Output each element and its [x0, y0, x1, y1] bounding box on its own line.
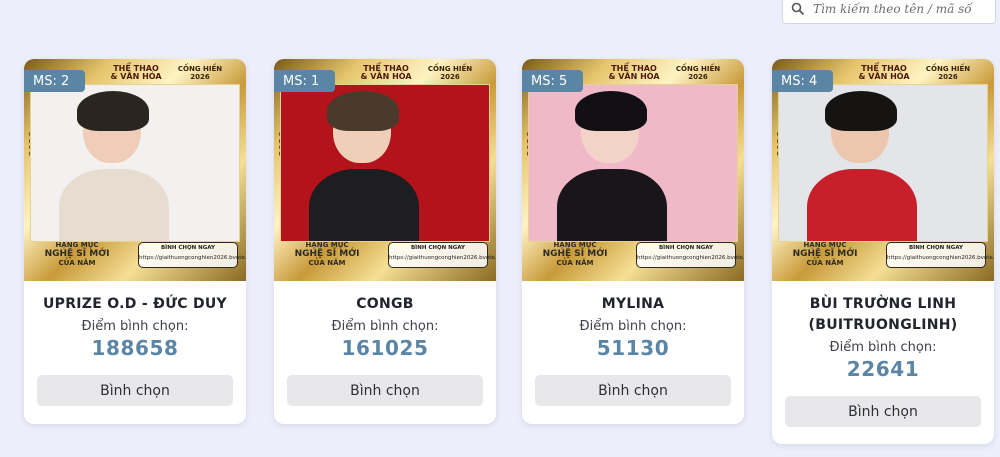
candidate-number-badge: MS: 5 [522, 70, 583, 92]
score-value: 161025 [341, 336, 429, 360]
candidate-poster[interactable]: THỂ THAO & VĂN HÓA CỐNG HIẾN 2026 2026 H… [522, 59, 744, 281]
candidate-card: THỂ THAO & VĂN HÓA CỐNG HIẾN 2026 2026 H… [24, 59, 246, 424]
poster-category: HẠNG MỤC NGHỆ SĨ MỚI CỦA NĂM [294, 241, 360, 267]
score-label: Điểm bình chọn: [579, 319, 687, 334]
vote-button[interactable]: Bình chọn [535, 375, 731, 406]
poster-logo-text: THỂ THAO & VĂN HÓA [110, 64, 162, 81]
candidate-poster[interactable]: THỂ THAO & VĂN HÓA CỐNG HIẾN 2026 2026 H… [772, 59, 994, 281]
candidate-photo [280, 84, 490, 242]
candidate-name: MYLINA [601, 296, 665, 312]
search-input[interactable] [813, 2, 995, 16]
candidate-name: CONGB [356, 296, 414, 312]
candidate-info: BÙI TRƯỜNG LINH (BUITRUONGLINH) Điểm bìn… [772, 281, 994, 427]
poster-vote-banner: BÌNH CHỌN NGAY https://giaithuongconghie… [138, 242, 246, 268]
poster-category: HẠNG MỤC NGHỆ SĨ MỚI CỦA NĂM [792, 241, 858, 267]
poster-vote-banner: BÌNH CHỌN NGAY https://giaithuongconghie… [886, 242, 994, 268]
score-value: 188658 [91, 336, 179, 360]
candidate-number-badge: MS: 2 [24, 70, 85, 92]
score-value: 22641 [846, 357, 920, 381]
poster-logo-text: THỂ THAO & VĂN HÓA [858, 64, 910, 81]
candidate-photo [778, 84, 988, 242]
candidate-photo [30, 84, 240, 242]
score-label: Điểm bình chọn: [81, 319, 189, 334]
poster-campaign-text: CỐNG HIẾN 2026 [427, 65, 473, 81]
vote-button[interactable]: Bình chọn [37, 375, 233, 406]
poster-vote-banner: BÌNH CHỌN NGAY https://giaithuongconghie… [388, 242, 496, 268]
candidate-poster[interactable]: THỂ THAO & VĂN HÓA CỐNG HIẾN 2026 2026 H… [274, 59, 496, 281]
score-value: 51130 [596, 336, 670, 360]
vote-button[interactable]: Bình chọn [287, 375, 483, 406]
vote-button[interactable]: Bình chọn [785, 396, 981, 427]
candidate-info: UPRIZE O.D - ĐỨC DUY Điểm bình chọn: 188… [24, 281, 246, 406]
candidate-name: BÙI TRƯỜNG LINH (BUITRUONGLINH) [808, 296, 958, 333]
poster-category: HẠNG MỤC NGHỆ SĨ MỚI CỦA NĂM [542, 241, 608, 267]
candidate-photo [528, 84, 738, 242]
candidate-card: THỂ THAO & VĂN HÓA CỐNG HIẾN 2026 2026 H… [772, 59, 994, 444]
search-box[interactable] [782, 0, 996, 24]
poster-vote-banner: BÌNH CHỌN NGAY https://giaithuongconghie… [636, 242, 744, 268]
candidate-name: UPRIZE O.D - ĐỨC DUY [42, 296, 227, 312]
poster-logo-text: THỂ THAO & VĂN HÓA [360, 64, 412, 81]
candidate-card: THỂ THAO & VĂN HÓA CỐNG HIẾN 2026 2026 H… [274, 59, 496, 424]
score-label: Điểm bình chọn: [829, 340, 937, 355]
poster-campaign-text: CỐNG HIẾN 2026 [925, 65, 971, 81]
poster-category: HẠNG MỤC NGHỆ SĨ MỚI CỦA NĂM [44, 241, 110, 267]
candidate-info: MYLINA Điểm bình chọn: 51130 Bình chọn [522, 281, 744, 406]
candidate-number-badge: MS: 4 [772, 70, 833, 92]
poster-campaign-text: CỐNG HIẾN 2026 [675, 65, 721, 81]
poster-campaign-text: CỐNG HIẾN 2026 [177, 65, 223, 81]
candidate-card: THỂ THAO & VĂN HÓA CỐNG HIẾN 2026 2026 H… [522, 59, 744, 424]
candidate-info: CONGB Điểm bình chọn: 161025 Bình chọn [274, 281, 496, 406]
score-label: Điểm bình chọn: [331, 319, 439, 334]
candidate-number-badge: MS: 1 [274, 70, 335, 92]
search-icon [783, 2, 813, 16]
candidate-poster[interactable]: THỂ THAO & VĂN HÓA CỐNG HIẾN 2026 2026 H… [24, 59, 246, 281]
poster-logo-text: THỂ THAO & VĂN HÓA [608, 64, 660, 81]
